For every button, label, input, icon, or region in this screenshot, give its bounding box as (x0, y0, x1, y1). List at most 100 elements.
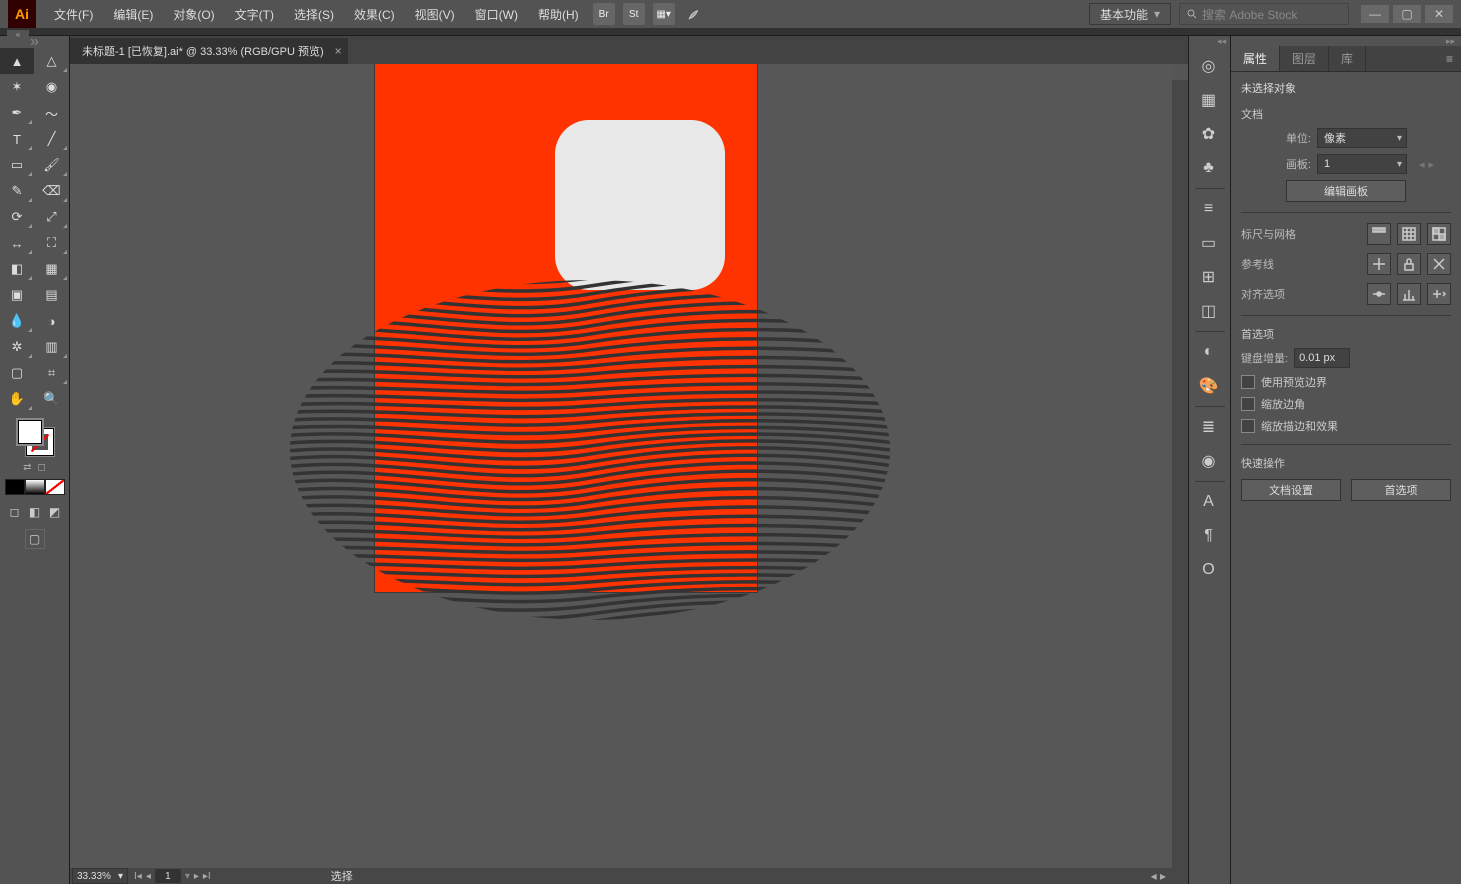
slice-tool[interactable]: ⌗ (35, 360, 69, 386)
horizontal-scrollbar[interactable]: ◂ ▸ (1151, 869, 1166, 883)
mesh-tool[interactable]: ▣ (0, 282, 34, 308)
gradient-tool[interactable]: ▤ (35, 282, 69, 308)
direct-selection-tool[interactable]: △ (35, 48, 69, 74)
align-icon[interactable]: ▭ (1195, 229, 1223, 257)
document-tab[interactable]: 未标题-1 [已恢复].ai* @ 33.33% (RGB/GPU 预览) × (70, 38, 348, 64)
arrange-docs-icon[interactable]: ▦▾ (653, 3, 675, 25)
next-artboard-button[interactable]: ▸ (194, 871, 199, 882)
pen-tool[interactable]: ✒ (0, 100, 34, 126)
perspective-grid-tool[interactable]: ▦ (35, 256, 69, 282)
panel-collapse-toggle[interactable]: ▸▸ (1231, 36, 1461, 46)
menu-select[interactable]: 选择(S) (284, 0, 344, 28)
bridge-icon[interactable]: Br (593, 3, 615, 25)
shape-builder-tool[interactable]: ◧ (0, 256, 34, 282)
smart-guides-button[interactable] (1427, 253, 1451, 275)
draw-normal-button[interactable]: ◻ (5, 503, 25, 521)
column-graph-tool[interactable]: ▥ (35, 334, 69, 360)
zoom-combo[interactable]: 33.33%▾ (72, 868, 128, 884)
menu-effect[interactable]: 效果(C) (344, 0, 405, 28)
maximize-button[interactable]: ▢ (1393, 5, 1421, 23)
workspace-switcher[interactable]: 基本功能 ▾ (1089, 3, 1171, 25)
vertical-scrollbar[interactable] (1172, 64, 1188, 868)
eyedropper-tool[interactable]: 💧 (0, 308, 34, 334)
gpu-rocket-icon[interactable] (683, 3, 705, 25)
brushes-icon[interactable]: ✿ (1195, 120, 1223, 148)
paintbrush-tool[interactable]: 🖌 (35, 152, 69, 178)
close-button[interactable]: ✕ (1425, 5, 1453, 23)
snap-grid-button[interactable] (1397, 283, 1421, 305)
next-artboard-icon[interactable]: ▸ (1429, 158, 1435, 171)
stroke-icon[interactable]: ≡ (1195, 195, 1223, 223)
prev-artboard-button[interactable]: ◂ (146, 871, 151, 882)
blend-tool[interactable]: ◑ (35, 308, 69, 334)
scale-strokes-checkbox[interactable] (1241, 419, 1255, 433)
edit-artboards-button[interactable]: 编辑画板 (1286, 180, 1406, 202)
default-fill-stroke-icon[interactable]: ◻ (38, 462, 46, 473)
none-mode-button[interactable] (45, 479, 65, 495)
paragraph-icon[interactable]: ¶ (1195, 522, 1223, 550)
dock-expand-toggle[interactable]: ◂◂ (1189, 36, 1230, 46)
free-transform-tool[interactable]: ⛶ (35, 230, 69, 256)
control-strip-toggle[interactable]: « (7, 30, 29, 38)
artboard-number-input[interactable]: 1 (155, 869, 181, 883)
document-setup-button[interactable]: 文档设置 (1241, 479, 1341, 501)
symbols-icon[interactable]: ♣ (1195, 154, 1223, 182)
graphic-styles-icon[interactable]: ◉ (1195, 447, 1223, 475)
transparency-icon[interactable]: ◐ (1195, 338, 1223, 366)
eraser-tool[interactable]: ⌫ (35, 178, 69, 204)
screen-mode-button[interactable]: ▢ (25, 529, 45, 549)
fill-swatch[interactable] (16, 418, 44, 446)
scale-tool[interactable]: ⤢ (35, 204, 69, 230)
line-tool[interactable]: ╱ (35, 126, 69, 152)
scale-corners-checkbox[interactable] (1241, 397, 1255, 411)
menu-file[interactable]: 文件(F) (44, 0, 103, 28)
key-increment-input[interactable]: 0.01 px (1294, 348, 1350, 368)
first-artboard-button[interactable]: I◂ (134, 871, 142, 882)
stock-search-input[interactable]: 搜索 Adobe Stock (1179, 3, 1349, 25)
transparency-grid-button[interactable] (1427, 223, 1451, 245)
rectangle-tool[interactable]: ▭ (0, 152, 34, 178)
shaper-tool[interactable]: ✎ (0, 178, 34, 204)
rotate-tool[interactable]: ⟳ (0, 204, 34, 230)
menu-edit[interactable]: 编辑(E) (103, 0, 163, 28)
menu-window[interactable]: 窗口(W) (465, 0, 528, 28)
canvas-viewport[interactable]: 33.33%▾ I◂ ◂ 1 ▾ ▸ ▸I 选择 ◂ ▸ (70, 64, 1188, 884)
appearance-icon[interactable]: ≣ (1195, 413, 1223, 441)
stock-icon[interactable]: St (623, 3, 645, 25)
menu-help[interactable]: 帮助(H) (528, 0, 589, 28)
color-mode-button[interactable] (5, 479, 25, 495)
gradient-mode-button[interactable] (25, 479, 45, 495)
artboard-tool[interactable]: ▢ (0, 360, 34, 386)
guides-visibility-button[interactable] (1367, 253, 1391, 275)
last-artboard-button[interactable]: ▸I (203, 871, 211, 882)
artboard-dropdown[interactable]: 1 (1317, 154, 1407, 174)
grid-toggle-button[interactable] (1397, 223, 1421, 245)
swatches-icon[interactable]: ▦ (1195, 86, 1223, 114)
opentype-icon[interactable]: O (1195, 556, 1223, 584)
guides-lock-button[interactable] (1397, 253, 1421, 275)
pathfinder-icon[interactable]: ◫ (1195, 297, 1223, 325)
panel-flyout-menu[interactable]: ≡ (1438, 46, 1461, 71)
tab-libraries[interactable]: 库 (1329, 46, 1366, 71)
minimize-button[interactable]: — (1361, 5, 1389, 23)
draw-inside-button[interactable]: ◩ (45, 503, 65, 521)
use-preview-bounds-checkbox[interactable] (1241, 375, 1255, 389)
lasso-tool[interactable]: ◉ (35, 74, 69, 100)
character-icon[interactable]: A (1195, 488, 1223, 516)
fill-stroke-swatch[interactable] (16, 418, 54, 456)
ai-themes-icon[interactable]: ◎ (1195, 52, 1223, 80)
menu-object[interactable]: 对象(O) (163, 0, 224, 28)
prev-artboard-icon[interactable]: ◂ (1419, 158, 1425, 171)
snap-pixel-button[interactable] (1427, 283, 1451, 305)
units-dropdown[interactable]: 像素 (1317, 128, 1407, 148)
width-tool[interactable]: ↔ (0, 230, 34, 256)
draw-behind-button[interactable]: ◧ (25, 503, 45, 521)
zoom-tool[interactable]: 🔍 (35, 386, 69, 412)
snap-point-button[interactable] (1367, 283, 1391, 305)
curvature-tool[interactable]: 〜 (35, 100, 69, 126)
rulers-toggle-button[interactable] (1367, 223, 1391, 245)
magic-wand-tool[interactable]: ✶ (0, 74, 34, 100)
transform-icon[interactable]: ⊞ (1195, 263, 1223, 291)
tab-properties[interactable]: 属性 (1231, 46, 1280, 71)
swap-fill-stroke-icon[interactable]: ⇄ (23, 462, 31, 473)
